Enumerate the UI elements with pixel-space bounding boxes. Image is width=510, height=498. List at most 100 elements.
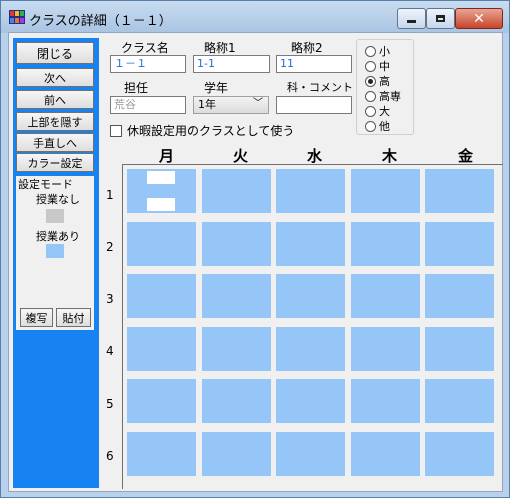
timetable-cell[interactable] [276,379,345,423]
timetable-cell[interactable] [425,274,494,318]
radio-circle[interactable] [365,90,376,102]
no-class-label: 授業なし [36,193,80,206]
hide-top-button[interactable]: 上部を隠す [16,112,94,131]
radio-label: 他 [379,120,390,133]
timetable-cell[interactable] [276,326,345,371]
day-header-fri: 金 [458,147,474,165]
timetable-cell[interactable] [127,326,196,371]
radio-label: 中 [379,60,390,73]
abbr2-label: 略称2 [291,41,323,55]
radio-label: 小 [379,45,390,58]
timetable-cell[interactable] [127,379,196,423]
class-name-field[interactable]: １－１ [110,55,186,73]
timetable-cell[interactable] [127,274,196,318]
class-name-label: クラス名 [121,41,169,55]
class-detail-window: クラスの詳細（１－１） ✕ 閉じる 次へ 前へ 上部を隠す 手直しへ カラー設定… [0,0,510,498]
timetable-cell[interactable] [201,221,271,266]
period-label-5: 5 [106,397,114,411]
radio-circle[interactable] [365,105,376,117]
radio-junior-high[interactable]: 中 [365,58,390,74]
timetable-cell[interactable] [201,169,271,213]
copy-button[interactable]: 複写 [20,308,53,327]
client-area: 閉じる 次へ 前へ 上部を隠す 手直しへ カラー設定 設定モード 授業なし 授業… [8,32,503,492]
radio-circle[interactable] [365,45,376,57]
timetable-cell[interactable] [127,221,196,266]
abbr1-field[interactable]: 1-1 [193,55,270,73]
comment-field[interactable] [276,96,352,114]
timetable-cell[interactable] [350,221,420,266]
minimize-icon [407,20,416,23]
timetable-cell[interactable] [276,274,345,318]
timetable-cell[interactable] [425,379,494,423]
period-label-4: 4 [106,344,114,358]
timetable-cell[interactable] [201,326,271,371]
holiday-checkbox-label: 休暇設定用のクラスとして使う [127,124,295,138]
timetable-cell[interactable] [127,169,196,213]
timetable-cell[interactable] [276,221,345,266]
day-header-tue: 火 [233,147,249,165]
no-class-swatch[interactable] [46,209,64,223]
chevron-down-icon: ﹀ [253,98,263,109]
period-label-6: 6 [106,449,114,463]
day-header-mon: 月 [159,147,175,165]
timetable-cell[interactable] [350,326,420,371]
has-class-label: 授業あり [36,230,80,243]
radio-high-school[interactable]: 高 [365,73,390,89]
timetable-cell[interactable] [350,431,420,476]
radio-elementary[interactable]: 小 [365,43,390,59]
teacher-field[interactable]: 荒谷 [110,96,186,114]
timetable-cell[interactable] [425,221,494,266]
timetable-cell[interactable] [276,169,345,213]
timetable-cell[interactable] [276,431,345,476]
maximize-icon [436,15,445,22]
close-window-button[interactable]: ✕ [455,8,503,29]
prev-button[interactable]: 前へ [16,90,94,109]
window-title: クラスの詳細（１－１） [29,14,172,29]
close-button[interactable]: 閉じる [16,42,94,64]
radio-other[interactable]: 他 [365,118,390,134]
setting-mode-box: 設定モード 授業なし 授業あり 複写 貼付 [16,176,94,330]
mode-title: 設定モード [18,178,73,191]
left-panel: 閉じる 次へ 前へ 上部を隠す 手直しへ カラー設定 設定モード 授業なし 授業… [13,38,99,488]
holiday-checkbox[interactable]: 休暇設定用のクラスとして使う [110,122,294,139]
abbr2-field[interactable]: 11 [276,55,352,73]
period-label-1: 1 [106,188,114,202]
comment-label: 科・コメント [287,81,353,94]
radio-label: 高専 [379,90,401,103]
radio-circle-selected[interactable] [365,75,376,87]
minimize-button[interactable] [397,8,426,29]
app-icon [9,10,25,24]
radio-label: 高 [379,75,390,88]
has-class-swatch[interactable] [46,244,64,258]
cell-white-slot [147,198,175,211]
adjust-button[interactable]: 手直しへ [16,133,94,152]
timetable-grid [122,164,503,489]
timetable-cell[interactable] [201,274,271,318]
radio-circle[interactable] [365,120,376,132]
timetable-cell[interactable] [425,431,494,476]
timetable-cell[interactable] [425,326,494,371]
timetable-cell[interactable] [350,169,420,213]
title-bar[interactable]: クラスの詳細（１－１） ✕ [1,1,509,33]
day-header-thu: 木 [382,147,398,165]
close-icon: ✕ [473,10,485,27]
timetable-cell[interactable] [201,379,271,423]
timetable-cell[interactable] [127,431,196,476]
checkbox-box[interactable] [110,124,122,137]
period-label-2: 2 [106,240,114,254]
timetable-cell[interactable] [201,431,271,476]
grade-select[interactable]: 1年 ﹀ [193,96,269,114]
school-level-radio-group: 小 中 高 高専 大 他 [356,39,414,135]
color-settings-button[interactable]: カラー設定 [16,153,94,172]
radio-label: 大 [379,105,390,118]
radio-circle[interactable] [365,60,376,72]
maximize-button[interactable] [426,8,455,29]
timetable-cell[interactable] [425,169,494,213]
next-button[interactable]: 次へ [16,68,94,87]
radio-technical-college[interactable]: 高専 [365,88,401,104]
paste-button[interactable]: 貼付 [56,308,91,327]
teacher-label: 担任 [124,81,149,95]
radio-university[interactable]: 大 [365,103,390,119]
timetable-cell[interactable] [350,379,420,423]
timetable-cell[interactable] [350,274,420,318]
